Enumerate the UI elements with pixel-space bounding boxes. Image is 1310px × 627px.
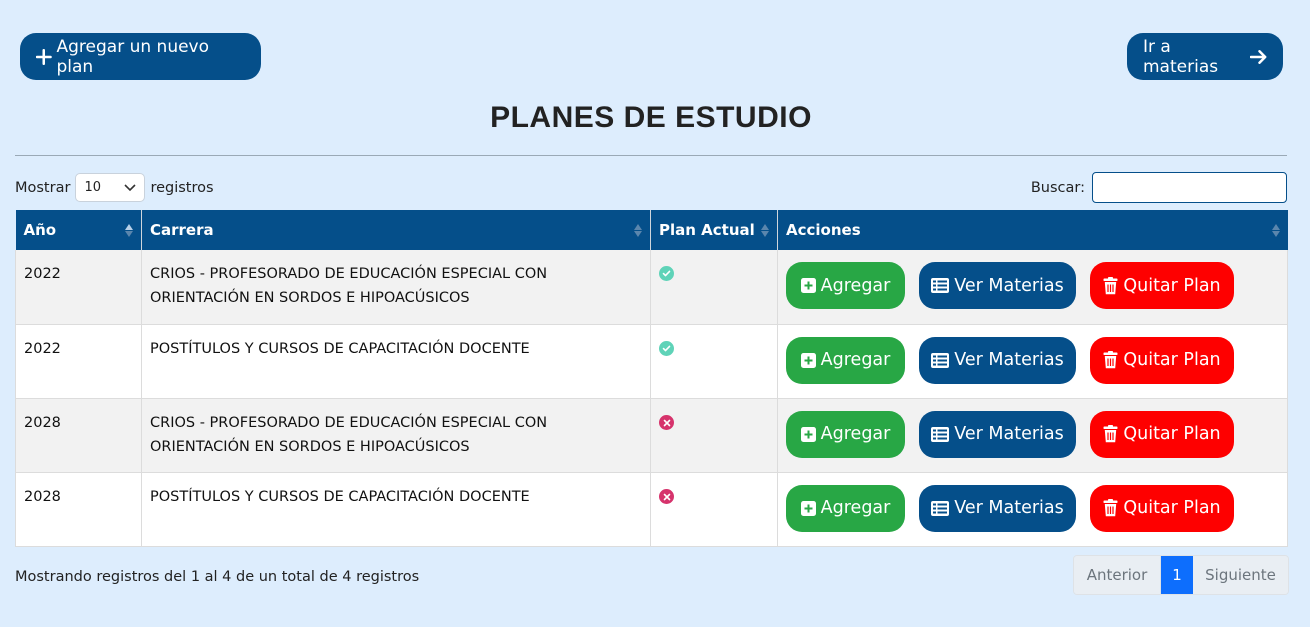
view-materias-label: Ver Materias <box>954 424 1064 444</box>
remove-plan-label: Quitar Plan <box>1123 275 1221 296</box>
sort-icon <box>761 221 769 239</box>
plans-table: Año Carrera Plan Actual Acciones 2022 CRI… <box>15 210 1288 547</box>
check-circle-icon <box>659 340 674 356</box>
trash-icon <box>1103 425 1118 443</box>
year-cell: 2022 <box>15 324 142 399</box>
table-info: Mostrando registros del 1 al 4 de un tot… <box>15 569 420 585</box>
plus-square-icon <box>800 500 816 516</box>
column-header-label: Plan Actual <box>659 221 755 239</box>
page-length-value: 10 <box>84 180 101 195</box>
add-new-plan-button[interactable]: Agregar un nuevo plan <box>20 33 261 80</box>
view-materias-button[interactable]: Ver Materias <box>919 484 1076 532</box>
page-length-select[interactable]: 10 <box>75 173 146 202</box>
trash-icon <box>1103 351 1118 369</box>
career-cell: CRIOS - PROFESORADO DE EDUCACIÓN ESPECIA… <box>141 398 651 473</box>
add-button[interactable]: Agregar <box>786 410 905 458</box>
table-row: 2022 CRIOS - PROFESORADO DE EDUCACIÓN ESP… <box>15 250 1288 325</box>
add-button[interactable]: Agregar <box>786 336 905 384</box>
add-button-label: Agregar <box>820 498 891 518</box>
career-cell: CRIOS - PROFESORADO DE EDUCACIÓN ESPECIA… <box>141 250 651 325</box>
add-button[interactable]: Agregar <box>786 484 905 532</box>
check-circle-icon <box>659 266 674 281</box>
go-to-materias-label: Ir a materias <box>1143 36 1219 77</box>
view-materias-label: Ver Materias <box>954 275 1064 296</box>
x-circle-icon <box>659 415 674 430</box>
year-cell: 2022 <box>15 250 142 325</box>
arrow-right-icon <box>1249 49 1267 64</box>
plus-icon <box>36 48 52 65</box>
add-button-label: Agregar <box>820 424 891 444</box>
view-materias-button[interactable]: Ver Materias <box>919 336 1076 384</box>
remove-plan-label: Quitar Plan <box>1123 424 1221 444</box>
length-control: Mostrar 10 registros <box>15 172 214 203</box>
search-label: Buscar: <box>1030 179 1085 196</box>
page-1-button[interactable]: 1 <box>1161 556 1193 594</box>
actions-cell: Agregar Ver Materias Quitar Plan <box>777 398 1288 473</box>
plus-square-icon <box>800 278 816 293</box>
add-button-label: Agregar <box>820 350 891 370</box>
list-icon <box>931 500 950 516</box>
table-row: 2028 CRIOS - PROFESORADO DE EDUCACIÓN ESP… <box>15 398 1288 473</box>
view-materias-button[interactable]: Ver Materias <box>919 262 1076 309</box>
plus-square-icon <box>800 426 816 442</box>
table-row: 2028 POSTÍTULOS Y CURSOS DE CAPACITACIÓN … <box>15 472 1288 547</box>
career-cell: POSTÍTULOS Y CURSOS DE CAPACITACIÓN DOCE… <box>141 472 651 547</box>
remove-plan-button[interactable]: Quitar Plan <box>1090 484 1234 532</box>
search-control: Buscar: <box>1031 172 1287 203</box>
current-plan-cell <box>650 250 778 325</box>
table-row: 2022 POSTÍTULOS Y CURSOS DE CAPACITACIÓN … <box>15 324 1288 399</box>
page-title: PLANES DE ESTUDIO <box>490 101 812 134</box>
search-input[interactable] <box>1092 172 1287 203</box>
remove-plan-label: Quitar Plan <box>1123 498 1221 518</box>
view-materias-button[interactable]: Ver Materias <box>919 410 1076 458</box>
list-icon <box>931 352 950 368</box>
column-header-label: Año <box>23 221 57 239</box>
plus-square-icon <box>800 352 816 368</box>
chevron-down-icon <box>124 183 137 191</box>
remove-plan-label: Quitar Plan <box>1123 350 1221 370</box>
column-header-current-plan[interactable]: Plan Actual <box>650 210 778 250</box>
show-label: Mostrar <box>15 179 71 196</box>
add-button-label: Agregar <box>820 275 891 296</box>
list-icon <box>931 426 950 442</box>
column-header-actions[interactable]: Acciones <box>777 210 1288 250</box>
sort-ascending-icon <box>125 221 133 239</box>
records-label: registros <box>150 179 214 196</box>
go-to-materias-button[interactable]: Ir a materias <box>1127 33 1283 80</box>
remove-plan-button[interactable]: Quitar Plan <box>1090 336 1234 384</box>
trash-icon <box>1103 276 1118 294</box>
column-header-year[interactable]: Año <box>15 210 142 250</box>
add-new-plan-label: Agregar un nuevo plan <box>56 36 210 77</box>
view-materias-label: Ver Materias <box>954 498 1064 518</box>
table-header-row: Año Carrera Plan Actual Acciones <box>15 210 1288 250</box>
x-circle-icon <box>659 489 674 504</box>
column-header-career[interactable]: Carrera <box>141 210 651 250</box>
current-plan-cell <box>650 324 778 399</box>
title-divider <box>15 155 1287 156</box>
next-page-button[interactable]: Siguiente <box>1193 556 1288 594</box>
trash-icon <box>1103 499 1118 517</box>
year-cell: 2028 <box>15 472 142 547</box>
list-icon <box>931 278 950 293</box>
remove-plan-button[interactable]: Quitar Plan <box>1090 262 1234 309</box>
career-cell: POSTÍTULOS Y CURSOS DE CAPACITACIÓN DOCE… <box>141 324 651 399</box>
year-cell: 2028 <box>15 398 142 473</box>
pagination: Anterior 1 Siguiente <box>1073 555 1289 595</box>
sort-icon <box>1271 221 1280 239</box>
column-header-label: Acciones <box>786 221 861 239</box>
current-plan-cell <box>650 398 778 473</box>
remove-plan-button[interactable]: Quitar Plan <box>1090 410 1234 458</box>
previous-page-button[interactable]: Anterior <box>1074 556 1161 594</box>
sort-icon <box>634 221 642 239</box>
actions-cell: Agregar Ver Materias Quitar Plan <box>777 324 1288 399</box>
add-button[interactable]: Agregar <box>786 262 905 309</box>
column-header-label: Carrera <box>150 221 214 239</box>
current-plan-cell <box>650 472 778 547</box>
actions-cell: Agregar Ver Materias Quitar Plan <box>777 472 1288 547</box>
view-materias-label: Ver Materias <box>954 350 1064 370</box>
actions-cell: Agregar Ver Materias Quitar Plan <box>777 250 1288 325</box>
